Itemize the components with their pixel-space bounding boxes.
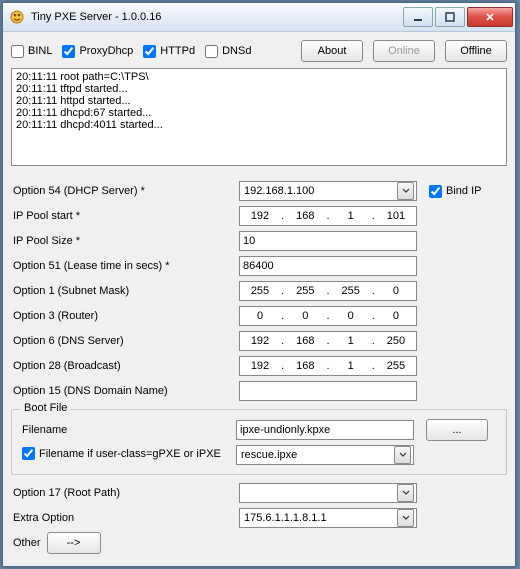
bind-ip-checkbox-input[interactable] — [429, 185, 442, 198]
opt17-label: Option 17 (Root Path) — [11, 487, 239, 499]
proxydhcp-checkbox[interactable]: ProxyDhcp — [62, 45, 133, 58]
window-buttons — [403, 7, 513, 27]
ip-octet[interactable] — [331, 281, 371, 301]
filename-input[interactable] — [236, 420, 414, 440]
bootfile-group: Boot File Filename ... Filename if user-… — [11, 409, 507, 475]
bind-ip-checkbox[interactable]: Bind IP — [429, 185, 481, 198]
httpd-checkbox[interactable]: HTTPd — [143, 45, 195, 58]
ip-octet[interactable] — [240, 281, 280, 301]
pool-size-label: IP Pool Size * — [11, 235, 239, 247]
opt6-label: Option 6 (DNS Server) — [11, 335, 239, 347]
ip-octet[interactable] — [285, 281, 325, 301]
app-window: Tiny PXE Server - 1.0.0.16 BINL ProxyDhc… — [2, 2, 516, 567]
settings-form: Option 54 (DHCP Server) * 192.168.1.100 … — [11, 179, 507, 555]
httpd-label: HTTPd — [160, 45, 195, 57]
about-button[interactable]: About — [301, 40, 363, 62]
ip-octet[interactable] — [240, 306, 280, 326]
opt28-ip[interactable]: . . . — [239, 356, 417, 376]
ip-octet[interactable] — [285, 356, 325, 376]
opt54-value: 192.168.1.100 — [244, 185, 314, 197]
opt1-ip[interactable]: . . . — [239, 281, 417, 301]
extra-option-value: 175.6.1.1.1.8.1.1 — [244, 512, 327, 524]
pool-size-input[interactable] — [239, 231, 417, 251]
alt-filename-checkbox-input[interactable] — [22, 447, 35, 460]
ip-octet[interactable] — [240, 331, 280, 351]
dnsd-checkbox-input[interactable] — [205, 45, 218, 58]
maximize-button[interactable] — [435, 7, 465, 27]
online-button[interactable]: Online — [373, 40, 435, 62]
alt-filename-label: Filename if user-class=gPXE or iPXE — [39, 448, 221, 460]
ip-octet[interactable] — [331, 206, 371, 226]
ip-octet[interactable] — [376, 281, 416, 301]
opt51-label: Option 51 (Lease time in secs) * — [11, 260, 239, 272]
browse-button[interactable]: ... — [426, 419, 488, 441]
ip-octet[interactable] — [331, 356, 371, 376]
ip-octet[interactable] — [240, 206, 280, 226]
opt51-input[interactable] — [239, 256, 417, 276]
log-panel — [11, 68, 507, 169]
minimize-button[interactable] — [403, 7, 433, 27]
opt54-combo[interactable]: 192.168.1.100 — [239, 181, 417, 201]
opt6-ip[interactable]: . . . — [239, 331, 417, 351]
ip-octet[interactable] — [376, 206, 416, 226]
offline-button[interactable]: Offline — [445, 40, 507, 62]
proxydhcp-checkbox-input[interactable] — [62, 45, 75, 58]
pool-start-label: IP Pool start * — [11, 210, 239, 222]
opt15-label: Option 15 (DNS Domain Name) — [11, 385, 239, 397]
httpd-checkbox-input[interactable] — [143, 45, 156, 58]
dnsd-checkbox[interactable]: DNSd — [205, 45, 251, 58]
extra-option-label: Extra Option — [11, 512, 239, 524]
chevron-down-icon[interactable] — [397, 509, 414, 527]
opt17-combo[interactable] — [239, 483, 417, 503]
binl-label: BINL — [28, 45, 52, 57]
chevron-down-icon[interactable] — [394, 446, 411, 464]
opt3-ip[interactable]: . . . — [239, 306, 417, 326]
bootfile-legend: Boot File — [20, 402, 71, 414]
chevron-down-icon[interactable] — [397, 182, 414, 200]
filename-label: Filename — [20, 424, 236, 436]
toolbar: BINL ProxyDhcp HTTPd DNSd About Online O… — [11, 40, 507, 62]
pool-start-ip[interactable]: . . . — [239, 206, 417, 226]
chevron-down-icon[interactable] — [397, 484, 414, 502]
dnsd-label: DNSd — [222, 45, 251, 57]
close-button[interactable] — [467, 7, 513, 27]
ip-octet[interactable] — [376, 331, 416, 351]
proxydhcp-label: ProxyDhcp — [79, 45, 133, 57]
binl-checkbox[interactable]: BINL — [11, 45, 52, 58]
ip-octet[interactable] — [240, 356, 280, 376]
client-area: BINL ProxyDhcp HTTPd DNSd About Online O… — [3, 32, 515, 566]
other-label: Other — [11, 537, 41, 549]
window-title: Tiny PXE Server - 1.0.0.16 — [31, 11, 403, 23]
ip-octet[interactable] — [376, 306, 416, 326]
ip-octet[interactable] — [285, 306, 325, 326]
binl-checkbox-input[interactable] — [11, 45, 24, 58]
ip-octet[interactable] — [331, 306, 371, 326]
alt-filename-combo[interactable]: rescue.ipxe — [236, 445, 414, 465]
ip-octet[interactable] — [331, 331, 371, 351]
opt15-input[interactable] — [239, 381, 417, 401]
opt1-label: Option 1 (Subnet Mask) — [11, 285, 239, 297]
ip-octet[interactable] — [285, 331, 325, 351]
opt28-label: Option 28 (Broadcast) — [11, 360, 239, 372]
opt54-label: Option 54 (DHCP Server) * — [11, 185, 239, 197]
titlebar[interactable]: Tiny PXE Server - 1.0.0.16 — [3, 3, 515, 32]
app-icon — [9, 9, 25, 25]
ip-octet[interactable] — [376, 356, 416, 376]
ip-octet[interactable] — [285, 206, 325, 226]
opt3-label: Option 3 (Router) — [11, 310, 239, 322]
alt-filename-checkbox[interactable]: Filename if user-class=gPXE or iPXE — [22, 447, 221, 460]
log-textarea[interactable] — [11, 68, 507, 166]
extra-option-combo[interactable]: 175.6.1.1.1.8.1.1 — [239, 508, 417, 528]
bind-ip-label: Bind IP — [446, 185, 481, 197]
alt-filename-value: rescue.ipxe — [241, 449, 297, 461]
